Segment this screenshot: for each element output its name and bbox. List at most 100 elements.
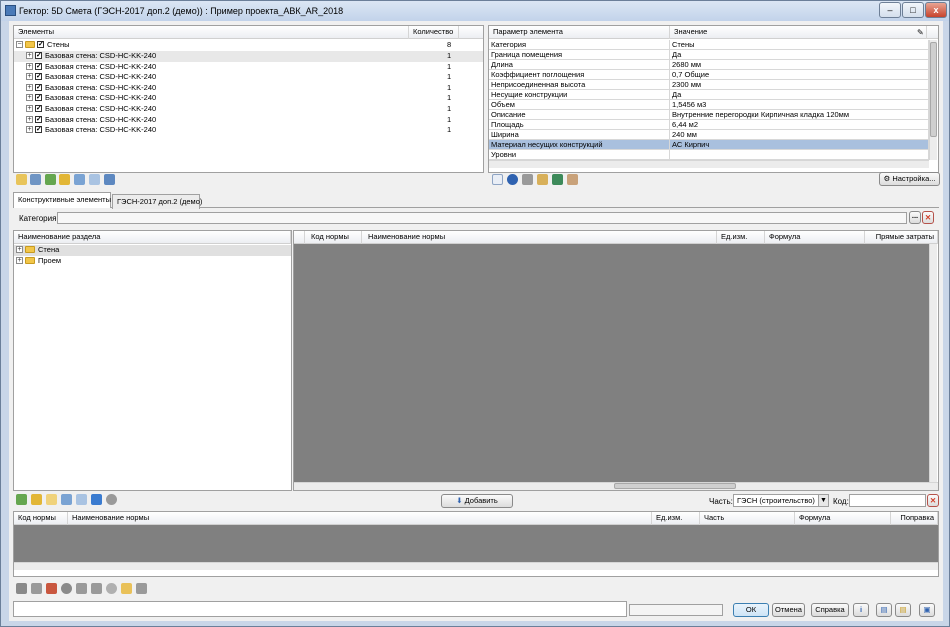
import-button[interactable]: ▤: [895, 603, 911, 617]
doc-icon[interactable]: [16, 583, 27, 594]
minimize-button[interactable]: –: [879, 2, 901, 18]
close-button[interactable]: x: [925, 2, 947, 18]
col-section-name[interactable]: Наименование раздела: [14, 231, 291, 244]
checkbox[interactable]: ✓: [35, 62, 42, 70]
tab-gesn[interactable]: ГЭСН-2017 доп.2 (демо): [112, 194, 202, 209]
help-button[interactable]: Справка: [811, 603, 849, 617]
col-param[interactable]: Параметр элемента: [489, 26, 670, 39]
col-count[interactable]: Количество: [409, 26, 459, 39]
col-bottom-code[interactable]: Код нормы: [14, 512, 68, 525]
param-name[interactable]: Описание: [489, 110, 670, 120]
checkbox[interactable]: ✓: [35, 94, 42, 102]
param-name[interactable]: Ширина: [489, 130, 670, 140]
columns-icon[interactable]: [61, 494, 72, 505]
view-icon[interactable]: [30, 174, 41, 185]
copy-icon[interactable]: [89, 174, 100, 185]
tree-item-row[interactable]: + ✓ Базовая стена: CSD-HC-KK-240 1: [14, 72, 483, 83]
param-name[interactable]: Несущие конструкции: [489, 90, 670, 100]
col-value[interactable]: Значение: [670, 26, 927, 39]
param-name[interactable]: Неприсоединенная высота: [489, 80, 670, 90]
params-vscroll-thumb[interactable]: [930, 42, 937, 137]
checkbox[interactable]: ✓: [35, 115, 42, 123]
open-folder-icon[interactable]: [121, 583, 132, 594]
param-value[interactable]: 2300 мм: [670, 80, 929, 90]
maximize-button[interactable]: □: [902, 2, 924, 18]
export-icon[interactable]: [104, 174, 115, 185]
section-row[interactable]: + Проем: [14, 256, 291, 267]
filter-icon[interactable]: [91, 494, 102, 505]
param-value[interactable]: 2680 мм: [670, 60, 929, 70]
param-value[interactable]: АС Кирпич: [670, 140, 929, 150]
edit-icon[interactable]: ✎: [917, 27, 924, 39]
window-icon[interactable]: [76, 494, 87, 505]
params-hscroll[interactable]: [489, 160, 929, 168]
expand-icon[interactable]: +: [16, 246, 23, 253]
save-button[interactable]: ▣: [919, 603, 935, 617]
category-browse-button[interactable]: ...: [909, 211, 921, 224]
add-button[interactable]: ⬇ Добавить: [441, 494, 513, 508]
tree-item-row[interactable]: + ✓ Базовая стена: CSD-HC-KK-240 1: [14, 83, 483, 94]
param-value[interactable]: Да: [670, 90, 929, 100]
checkbox[interactable]: ✓: [35, 105, 42, 112]
record-icon[interactable]: [61, 583, 72, 594]
expand-icon[interactable]: +: [16, 257, 23, 264]
norms-top-vscroll[interactable]: [929, 244, 937, 482]
checkbox[interactable]: ✓: [35, 126, 42, 134]
col-bottom-correction[interactable]: Поправка: [891, 512, 938, 525]
param-name[interactable]: Коэффициент поглощения: [489, 70, 670, 80]
param-name[interactable]: Объем: [489, 100, 670, 110]
expand-icon[interactable]: +: [26, 62, 33, 70]
param-name[interactable]: Длина: [489, 60, 670, 70]
zoom-icon[interactable]: [16, 174, 27, 185]
col-formula[interactable]: Формула: [765, 231, 865, 244]
excel-icon[interactable]: [552, 174, 563, 185]
param-value[interactable]: 6,44 м2: [670, 120, 929, 130]
params-vscroll[interactable]: [929, 40, 937, 160]
collapse-all-icon[interactable]: [59, 174, 70, 185]
col-norm-code[interactable]: Код нормы: [305, 231, 362, 244]
code-clear-button[interactable]: ✕: [927, 494, 939, 507]
expand-icon[interactable]: +: [26, 105, 33, 112]
col-norm-name[interactable]: Наименование нормы: [362, 231, 717, 244]
param-name[interactable]: Материал несущих конструкций: [489, 140, 670, 150]
norms-bottom-hscroll[interactable]: [14, 562, 938, 570]
tree-root-row[interactable]: − ✓ Стены 8: [14, 40, 483, 51]
tree-item-row[interactable]: + ✓ Базовая стена: CSD-HC-KK-240 1: [14, 125, 483, 136]
part-dropdown-icon[interactable]: ▼: [818, 494, 829, 507]
checkbox[interactable]: ✓: [37, 41, 44, 48]
expand-icon[interactable]: +: [26, 115, 33, 123]
expand-icon[interactable]: +: [26, 52, 33, 59]
tree-item-row[interactable]: + ✓ Базовая стена: CSD-HC-KK-240 1: [14, 62, 483, 73]
info-button[interactable]: i: [853, 603, 869, 617]
param-name[interactable]: Площадь: [489, 120, 670, 130]
tree-item-row[interactable]: + ✓ Базовая стена: CSD-HC-KK-240 1: [14, 115, 483, 126]
col-bottom-unit[interactable]: Ед.изм.: [652, 512, 700, 525]
param-value[interactable]: Да: [670, 50, 929, 60]
param-value[interactable]: 0,7 Общие: [670, 70, 929, 80]
tree-item-row[interactable]: + ✓ Базовая стена: CSD-HC-KK-240 1: [14, 51, 483, 62]
col-bottom-formula[interactable]: Формула: [795, 512, 891, 525]
tree-item-row[interactable]: + ✓ Базовая стена: CSD-HC-KK-240 1: [14, 93, 483, 104]
settings-button[interactable]: ⚙ Настройка...: [879, 172, 940, 186]
expand-icon[interactable]: +: [26, 126, 33, 134]
settings-small-icon[interactable]: [567, 174, 578, 185]
tab-constructive-elements[interactable]: Конструктивные элементы: [13, 192, 111, 208]
check-icon[interactable]: [106, 583, 117, 594]
tree-item-row[interactable]: + ✓ Базовая стена: CSD-HC-KK-240 1: [14, 104, 483, 115]
section-row[interactable]: + Стена: [14, 245, 291, 256]
norms-top-hscroll[interactable]: [294, 482, 938, 490]
category-clear-button[interactable]: ✕: [922, 211, 934, 224]
col-direct-costs[interactable]: Прямые затраты: [865, 231, 938, 244]
param-name[interactable]: Граница помещения: [489, 50, 670, 60]
print-icon[interactable]: [91, 583, 102, 594]
norms-top-hscroll-thumb[interactable]: [614, 483, 736, 489]
delete-icon[interactable]: [46, 583, 57, 594]
select-icon[interactable]: [74, 174, 85, 185]
collapse-all-2-icon[interactable]: [31, 494, 42, 505]
collapse-icon[interactable]: −: [16, 41, 23, 48]
grid-icon[interactable]: [522, 174, 533, 185]
checkbox[interactable]: ✓: [35, 52, 42, 59]
checkbox[interactable]: ✓: [35, 83, 42, 91]
col-bottom-part[interactable]: Часть: [700, 512, 795, 525]
col-unit[interactable]: Ед.изм.: [717, 231, 765, 244]
